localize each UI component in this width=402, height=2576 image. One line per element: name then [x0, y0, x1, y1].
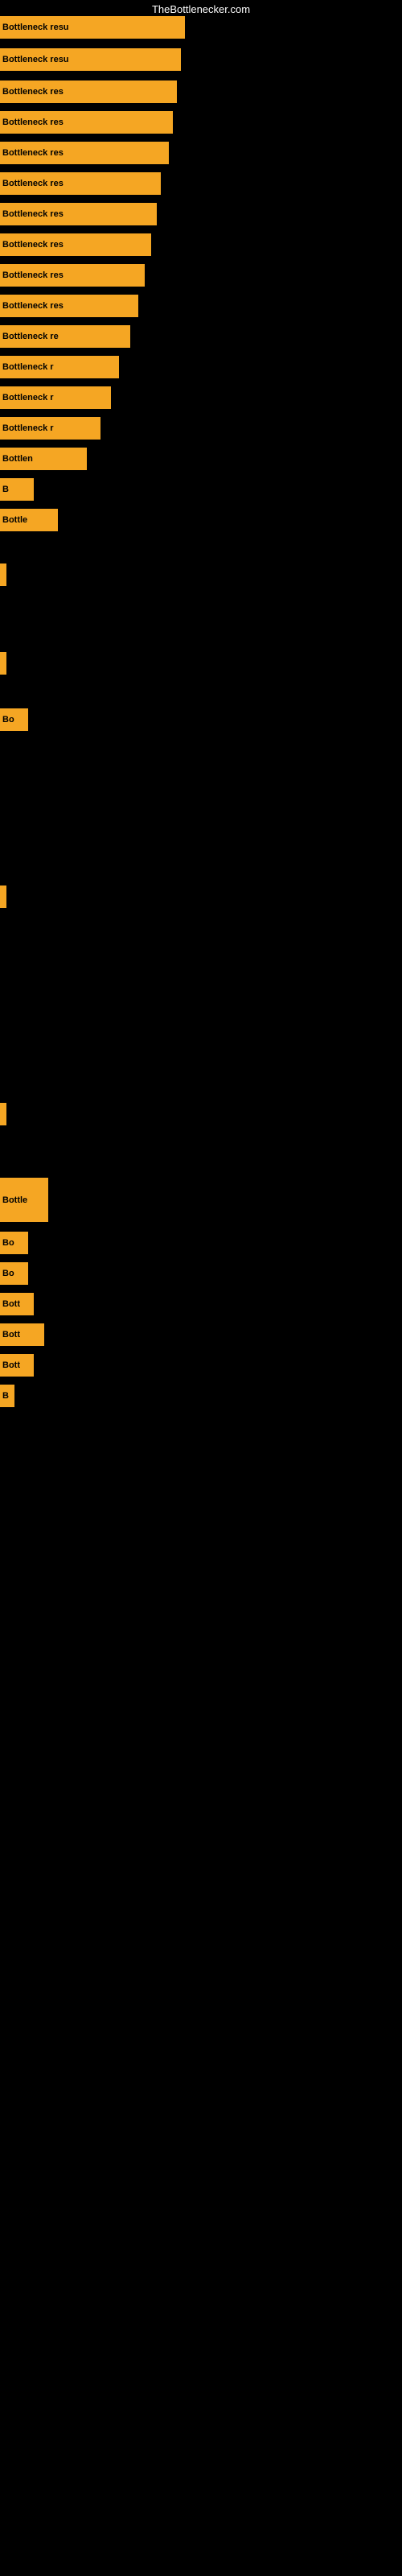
bar-label: Bo — [0, 708, 28, 731]
bar-item[interactable]: Bott — [0, 1354, 34, 1377]
bar-item[interactable]: Bott — [0, 1323, 44, 1346]
bar-label: Bottleneck re — [0, 325, 130, 348]
bar-label — [0, 564, 6, 586]
bar-label: Bottleneck res — [0, 233, 151, 256]
bar-item[interactable]: Bottleneck resu — [0, 48, 181, 71]
bar-item[interactable]: Bottle — [0, 509, 58, 531]
bar-item[interactable]: B — [0, 1385, 14, 1407]
bar-label: Bottleneck res — [0, 111, 173, 134]
bar-item[interactable]: Bo — [0, 708, 28, 731]
bar-item[interactable]: Bottleneck r — [0, 417, 100, 440]
bar-item[interactable] — [0, 564, 6, 586]
bar-label — [0, 886, 6, 908]
bar-label: Bottle — [0, 1178, 48, 1222]
bar-item[interactable]: Bottleneck res — [0, 142, 169, 164]
bar-label: Bo — [0, 1262, 28, 1285]
bar-label: Bottleneck resu — [0, 16, 185, 39]
bar-item[interactable]: Bottleneck res — [0, 80, 177, 103]
bar-label: Bottleneck res — [0, 203, 157, 225]
bar-label: Bottle — [0, 509, 58, 531]
bar-item[interactable]: Bottleneck res — [0, 203, 157, 225]
bar-item[interactable] — [0, 1103, 6, 1125]
bar-label: Bottleneck r — [0, 356, 119, 378]
bar-item[interactable]: Bottleneck res — [0, 264, 145, 287]
bar-label: Bottleneck res — [0, 295, 138, 317]
bar-item[interactable]: B — [0, 478, 34, 501]
bar-item[interactable] — [0, 886, 6, 908]
site-title: TheBottlenecker.com — [152, 3, 250, 15]
bar-label: Bottleneck r — [0, 417, 100, 440]
bar-item[interactable]: Bottleneck resu — [0, 16, 185, 39]
bar-label: Bottleneck res — [0, 80, 177, 103]
bar-label — [0, 1103, 6, 1125]
bar-item[interactable]: Bottleneck res — [0, 233, 151, 256]
bar-item[interactable] — [0, 652, 6, 675]
bar-item[interactable]: Bottleneck r — [0, 356, 119, 378]
bar-label: Bottleneck res — [0, 142, 169, 164]
bar-item[interactable]: Bottlen — [0, 448, 87, 470]
bar-item[interactable]: Bottleneck res — [0, 295, 138, 317]
bar-item[interactable]: Bo — [0, 1232, 28, 1254]
bar-label — [0, 652, 6, 675]
bar-label: Bottleneck res — [0, 172, 161, 195]
bar-label: Bott — [0, 1354, 34, 1377]
bar-label: Bottleneck resu — [0, 48, 181, 71]
bar-label: Bo — [0, 1232, 28, 1254]
bar-item[interactable]: Bottle — [0, 1178, 48, 1222]
bar-item[interactable]: Bo — [0, 1262, 28, 1285]
bar-label: Bottleneck res — [0, 264, 145, 287]
bar-label: B — [0, 478, 34, 501]
bar-item[interactable]: Bottleneck r — [0, 386, 111, 409]
bar-item[interactable]: Bottleneck res — [0, 172, 161, 195]
bar-item[interactable]: Bott — [0, 1293, 34, 1315]
bar-label: Bottlen — [0, 448, 87, 470]
bar-label: Bottleneck r — [0, 386, 111, 409]
bar-item[interactable]: Bottleneck re — [0, 325, 130, 348]
bar-label: Bott — [0, 1293, 34, 1315]
bar-label: Bott — [0, 1323, 44, 1346]
bar-label: B — [0, 1385, 14, 1407]
bar-item[interactable]: Bottleneck res — [0, 111, 173, 134]
